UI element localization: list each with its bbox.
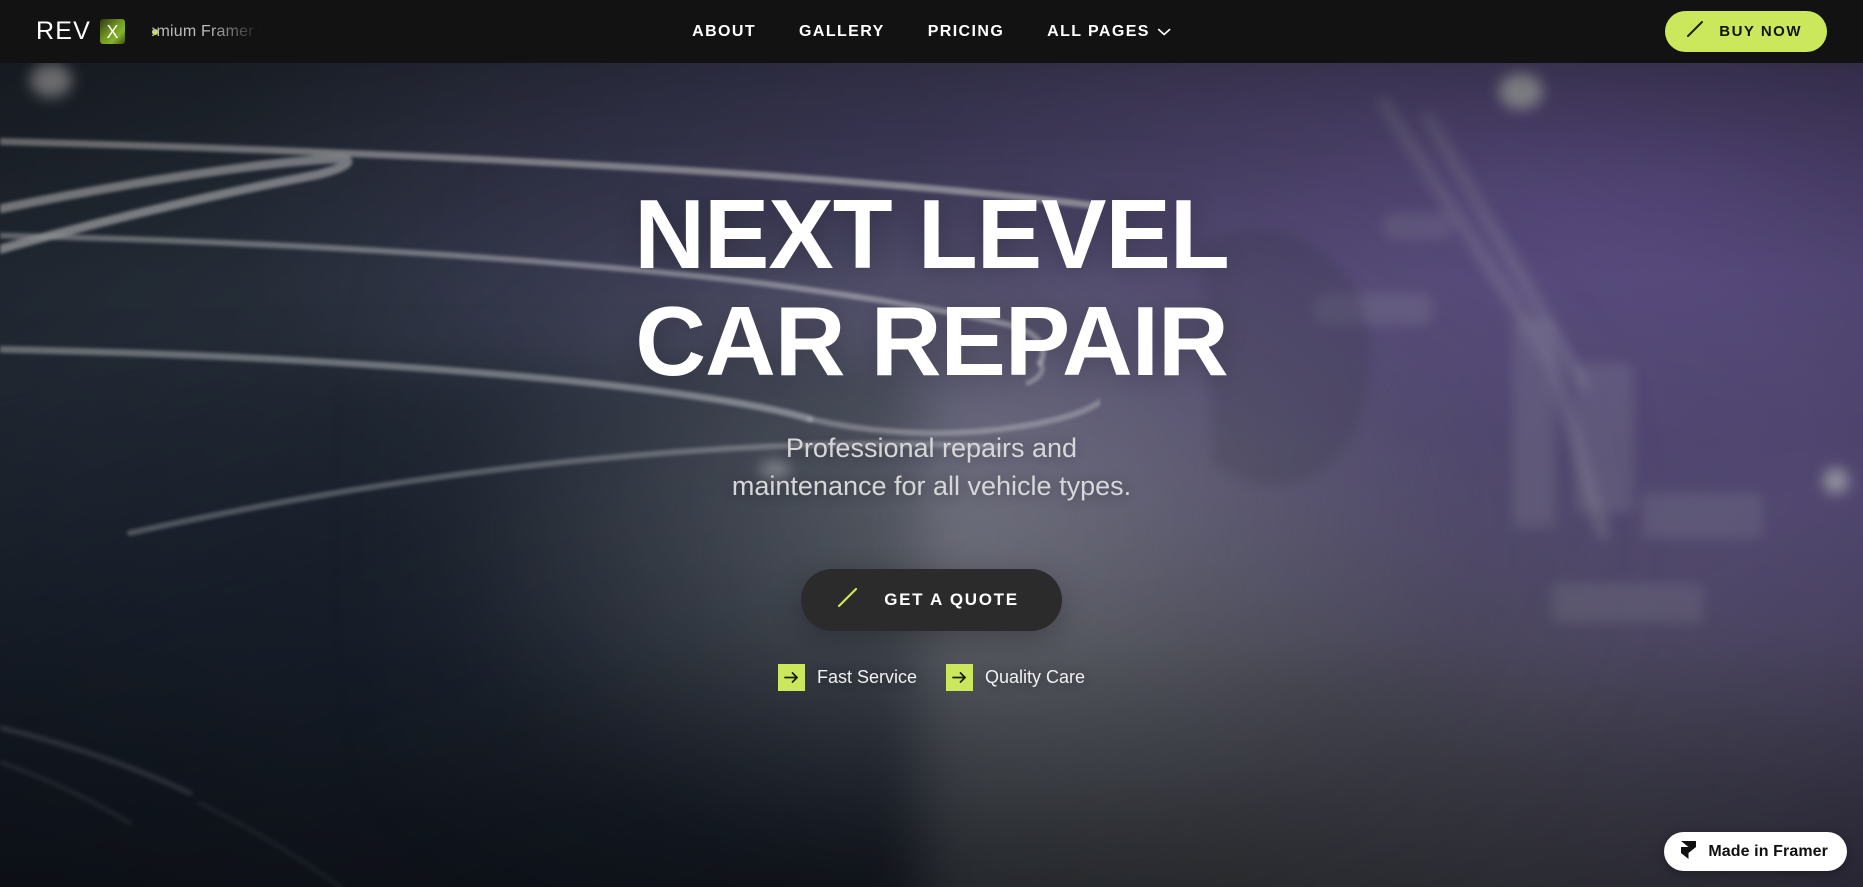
chevron-down-icon xyxy=(1158,24,1171,40)
get-a-quote-label: GET A QUOTE xyxy=(884,590,1019,610)
hero-subtitle-line-1: Professional repairs and xyxy=(785,432,1078,463)
page-root: NEXT LEVEL CAR REPAIR Professional repai… xyxy=(0,0,1863,887)
get-a-quote-button[interactable]: GET A QUOTE xyxy=(801,568,1062,631)
feature-item-quality-care[interactable]: Quality Care xyxy=(945,663,1086,691)
buy-now-label: BUY NOW xyxy=(1719,23,1802,40)
hero-subtitle-line-2: maintenance for all vehicle types. xyxy=(731,471,1132,502)
arrow-right-icon xyxy=(945,663,973,691)
brand-tagline-text: Premium Framer Template xyxy=(152,22,262,40)
hero-content: NEXT LEVEL CAR REPAIR Professional repai… xyxy=(0,0,1863,824)
main-navigation: ABOUT GALLERY PRICING ALL PAGES xyxy=(692,22,1171,40)
feature-label: Fast Service xyxy=(816,667,917,688)
nav-item-gallery[interactable]: GALLERY xyxy=(799,22,885,40)
site-header: REV X Premium Framer Template ABOUT GALL… xyxy=(0,0,1863,63)
hero-headline-line-1: NEXT LEVEL xyxy=(634,179,1229,289)
hero-feature-list: Fast Service Quality Care xyxy=(777,663,1086,691)
feature-label: Quality Care xyxy=(984,667,1086,688)
slash-icon xyxy=(837,587,858,613)
slash-icon xyxy=(1686,20,1704,43)
nav-item-label: GALLERY xyxy=(799,22,885,40)
made-in-framer-badge[interactable]: Made in Framer xyxy=(1664,832,1847,871)
nav-item-label: ALL PAGES xyxy=(1047,22,1150,40)
hero-subtitle: Professional repairs and maintenance for… xyxy=(732,429,1131,506)
hero-headline-line-2: CAR REPAIR xyxy=(635,285,1229,396)
buy-now-button[interactable]: BUY NOW xyxy=(1665,11,1827,52)
brand-logo[interactable]: REV X xyxy=(36,17,126,45)
arrow-right-icon xyxy=(777,663,805,691)
feature-item-fast-service[interactable]: Fast Service xyxy=(777,663,917,691)
framer-logo-icon xyxy=(1680,840,1697,864)
nav-item-pricing[interactable]: PRICING xyxy=(927,22,1005,40)
nav-item-label: ABOUT xyxy=(692,22,757,40)
nav-item-about[interactable]: ABOUT xyxy=(692,22,757,40)
nav-item-label: PRICING xyxy=(927,22,1005,40)
brand-tagline: Premium Framer Template xyxy=(152,23,262,41)
brand-x-badge: X xyxy=(100,19,126,44)
hero-headline: NEXT LEVEL CAR REPAIR xyxy=(634,179,1229,396)
nav-item-all-pages[interactable]: ALL PAGES xyxy=(1047,22,1171,40)
made-in-framer-label: Made in Framer xyxy=(1708,842,1828,860)
brand-wordmark: REV xyxy=(36,17,92,45)
